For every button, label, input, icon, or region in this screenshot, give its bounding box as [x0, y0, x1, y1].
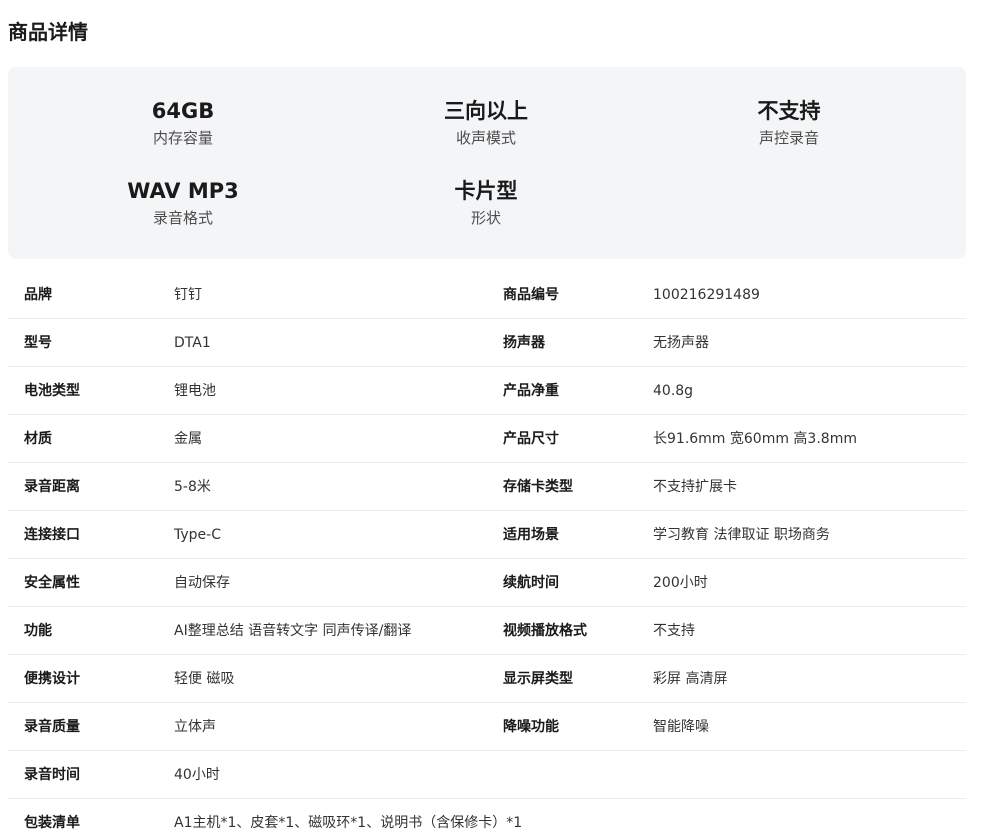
spec-value: 200小时 — [653, 575, 708, 591]
spec-value: 钉钉 — [174, 287, 202, 303]
spec-value: AI整理总结 语音转文字 同声传译/翻译 — [174, 623, 412, 639]
highlight-value: 64GB — [151, 99, 215, 123]
spec-value: 100216291489 — [653, 287, 760, 303]
spec-key: 型号 — [24, 335, 52, 351]
spec-value: A1主机*1、皮套*1、磁吸环*1、说明书（含保修卡）*1 — [174, 815, 523, 831]
spec-value: DTA1 — [174, 335, 211, 351]
spec-value: 5-8米 — [174, 479, 211, 495]
product-detail-page: 商品详情 64GB 内存容量 三向以上 收声模式 不支持 声控录音 WAV MP… — [0, 0, 981, 840]
spec-row: 录音距离 5-8米 存储卡类型 不支持扩展卡 — [8, 463, 966, 511]
spec-key: 续航时间 — [503, 575, 559, 591]
spec-row: 材质 金属 产品尺寸 长91.6mm 宽60mm 高3.8mm — [8, 415, 966, 463]
spec-key: 录音距离 — [24, 479, 80, 495]
highlight-label: 声控录音 — [758, 129, 819, 147]
spec-value: 40小时 — [174, 767, 220, 783]
spec-key: 商品编号 — [503, 287, 559, 303]
spec-key: 电池类型 — [24, 383, 80, 399]
spec-row: 便携设计 轻便 磁吸 显示屏类型 彩屏 高清屏 — [8, 655, 966, 703]
spec-table: 品牌 钉钉 商品编号 100216291489 型号 DTA1 扬声器 无扬声器… — [8, 271, 966, 840]
highlight-label: 内存容量 — [152, 129, 213, 147]
spec-value: 不支持 — [653, 623, 695, 639]
highlight-value: WAV MP3 — [127, 179, 239, 203]
spec-value: 长91.6mm 宽60mm 高3.8mm — [653, 431, 857, 447]
spec-value: 不支持扩展卡 — [653, 479, 737, 495]
spec-value: 无扬声器 — [653, 335, 709, 351]
spec-key: 存储卡类型 — [503, 479, 573, 495]
spec-row: 型号 DTA1 扬声器 无扬声器 — [8, 319, 966, 367]
section-title: 商品详情 — [8, 20, 88, 44]
spec-row: 录音时间 40小时 — [8, 751, 966, 799]
highlight-value: 三向以上 — [444, 99, 528, 123]
highlight-shape: 卡片型 形状 — [336, 177, 636, 228]
spec-value: Type-C — [174, 527, 221, 543]
highlight-label: 收声模式 — [455, 129, 516, 147]
spec-row: 安全属性 自动保存 续航时间 200小时 — [8, 559, 966, 607]
spec-key: 视频播放格式 — [503, 623, 587, 639]
highlight-label: 录音格式 — [152, 209, 213, 227]
spec-key: 连接接口 — [24, 527, 80, 543]
spec-key: 录音时间 — [24, 767, 80, 783]
spec-key: 便携设计 — [24, 671, 80, 687]
spec-value: 自动保存 — [174, 575, 230, 591]
spec-key: 扬声器 — [503, 335, 545, 351]
spec-row: 电池类型 锂电池 产品净重 40.8g — [8, 367, 966, 415]
spec-row: 录音质量 立体声 降噪功能 智能降噪 — [8, 703, 966, 751]
spec-value: 40.8g — [653, 383, 694, 399]
spec-row: 包装清单 A1主机*1、皮套*1、磁吸环*1、说明书（含保修卡）*1 — [8, 799, 966, 840]
spec-key: 功能 — [24, 623, 52, 639]
spec-key: 显示屏类型 — [503, 671, 573, 687]
spec-value: 金属 — [174, 431, 202, 447]
highlight-value: 不支持 — [757, 99, 821, 123]
highlight-label: 形状 — [470, 209, 501, 227]
spec-key: 录音质量 — [24, 719, 80, 735]
spec-key: 品牌 — [24, 287, 52, 303]
highlight-voice-control: 不支持 声控录音 — [639, 97, 939, 148]
spec-key: 材质 — [24, 431, 52, 447]
highlight-card: 64GB 内存容量 三向以上 收声模式 不支持 声控录音 WAV MP3 录音格… — [8, 67, 966, 259]
spec-key: 降噪功能 — [503, 719, 559, 735]
spec-key: 产品尺寸 — [503, 431, 559, 447]
spec-key: 安全属性 — [24, 575, 80, 591]
spec-value: 彩屏 高清屏 — [653, 671, 728, 687]
spec-value: 锂电池 — [174, 383, 216, 399]
highlight-memory: 64GB 内存容量 — [33, 97, 333, 148]
spec-row: 功能 AI整理总结 语音转文字 同声传译/翻译 视频播放格式 不支持 — [8, 607, 966, 655]
spec-row: 连接接口 Type-C 适用场景 学习教育 法律取证 职场商务 — [8, 511, 966, 559]
spec-key: 产品净重 — [503, 383, 559, 399]
spec-row: 品牌 钉钉 商品编号 100216291489 — [8, 271, 966, 319]
spec-key: 适用场景 — [503, 527, 559, 543]
highlight-format: WAV MP3 录音格式 — [33, 177, 333, 228]
spec-value: 立体声 — [174, 719, 216, 735]
spec-value: 学习教育 法律取证 职场商务 — [653, 527, 830, 543]
spec-key: 包装清单 — [24, 815, 80, 831]
highlight-pickup-mode: 三向以上 收声模式 — [336, 97, 636, 148]
highlight-value: 卡片型 — [454, 179, 518, 203]
spec-value: 智能降噪 — [653, 719, 709, 735]
spec-value: 轻便 磁吸 — [174, 671, 235, 687]
